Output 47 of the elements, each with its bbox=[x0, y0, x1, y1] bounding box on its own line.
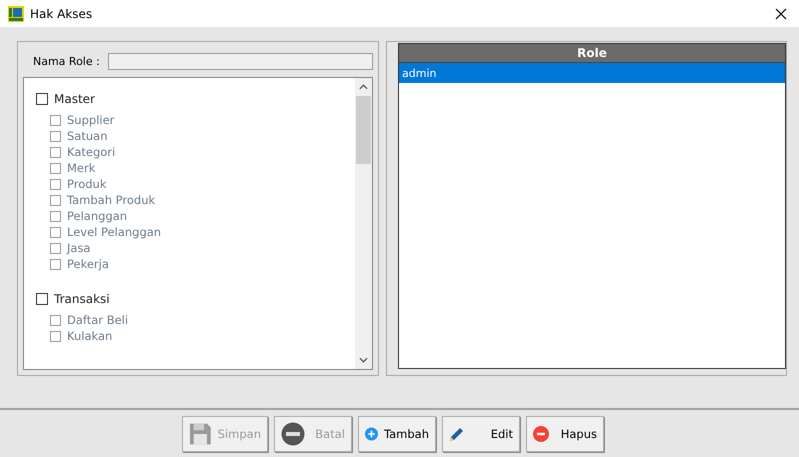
checkbox[interactable] bbox=[50, 146, 61, 158]
checkbox[interactable] bbox=[36, 93, 48, 105]
plus-circle-icon bbox=[365, 426, 378, 442]
checkbox[interactable] bbox=[50, 130, 61, 142]
delete-button[interactable]: Hapus bbox=[526, 416, 604, 452]
checkbox[interactable] bbox=[50, 258, 61, 270]
scroll-up-icon[interactable] bbox=[359, 84, 368, 90]
role-name-label: Nama Role : bbox=[33, 55, 100, 68]
permission-label: Supplier bbox=[67, 113, 114, 127]
table-row[interactable]: admin bbox=[399, 63, 785, 83]
checkbox[interactable] bbox=[50, 314, 61, 326]
scroll-thumb[interactable] bbox=[356, 96, 371, 164]
window-title: Hak Akses bbox=[30, 6, 92, 20]
minus-circle-icon bbox=[533, 426, 549, 442]
checkbox[interactable] bbox=[50, 162, 61, 174]
pencil-icon bbox=[449, 426, 465, 442]
checkbox[interactable] bbox=[50, 194, 61, 206]
checkbox[interactable] bbox=[50, 226, 61, 238]
permission-label: Merk bbox=[67, 161, 96, 175]
permission-label: Pekerja bbox=[67, 257, 109, 271]
permission-label: Tambah Produk bbox=[67, 193, 156, 207]
column-header[interactable]: Role bbox=[399, 44, 785, 62]
permission-label: Level Pelanggan bbox=[67, 225, 162, 239]
app-logo-icon bbox=[8, 6, 24, 22]
scroll-down-icon[interactable] bbox=[359, 357, 368, 363]
permission-label: Satuan bbox=[67, 129, 108, 143]
checkbox[interactable] bbox=[50, 178, 61, 190]
checkbox[interactable] bbox=[50, 330, 61, 342]
permission-label: Kulakan bbox=[67, 329, 112, 343]
close-icon[interactable] bbox=[775, 8, 787, 20]
permission-label: Pelanggan bbox=[67, 209, 128, 223]
edit-button[interactable]: Edit bbox=[442, 416, 520, 452]
permission-label: Daftar Beli bbox=[67, 313, 128, 327]
permission-label: Kategori bbox=[67, 145, 116, 159]
permission-label: Jasa bbox=[67, 241, 90, 255]
group-label: Master bbox=[54, 92, 95, 106]
group-label: Transaksi bbox=[54, 292, 110, 306]
checkbox[interactable] bbox=[50, 114, 61, 126]
add-button[interactable]: Tambah bbox=[358, 416, 436, 452]
scrollbar[interactable] bbox=[355, 78, 372, 369]
table-cell-text: admin bbox=[401, 66, 436, 80]
checkbox[interactable] bbox=[36, 293, 48, 305]
minus-circle-icon bbox=[281, 422, 305, 446]
permission-label: Produk bbox=[67, 177, 106, 191]
checkbox[interactable] bbox=[50, 210, 61, 222]
role-name-field[interactable] bbox=[108, 53, 373, 70]
checkbox[interactable] bbox=[50, 242, 61, 254]
